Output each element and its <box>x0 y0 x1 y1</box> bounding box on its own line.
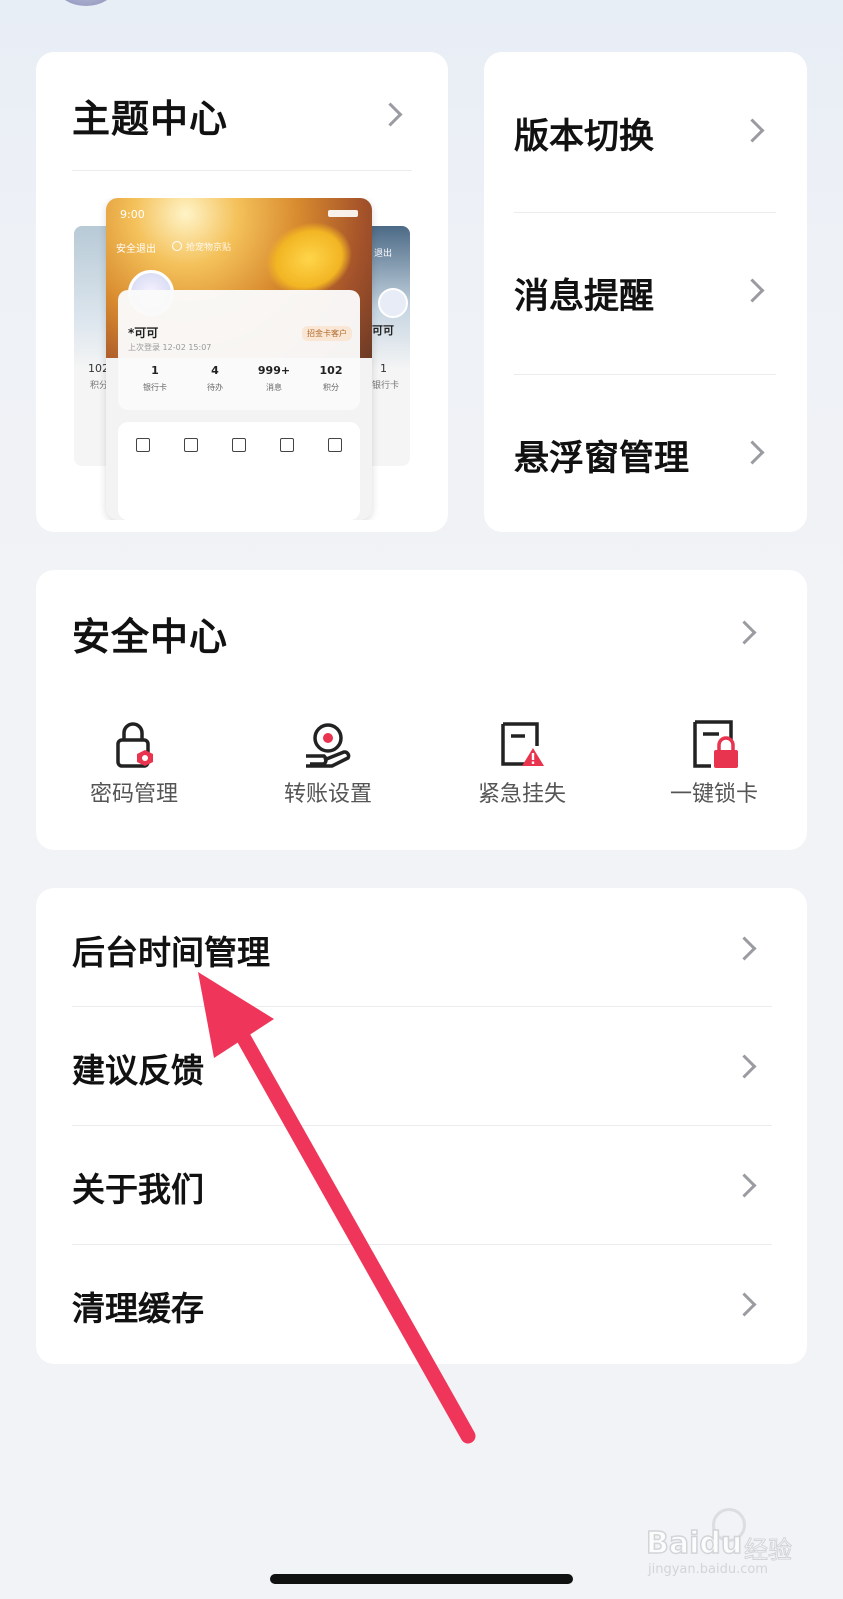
preview-shortcut-icon <box>184 438 198 452</box>
preview-time: 9:00 <box>120 208 145 221</box>
list-item-clear-cache[interactable]: 清理缓存 <box>36 1244 807 1364</box>
preview-side-right-avatar <box>378 288 408 318</box>
watermark-url: jingyan.baidu.com <box>648 1562 768 1577</box>
security-item-password[interactable]: 密码管理 <box>64 720 204 820</box>
menu-item-version-switch[interactable]: 版本切换 <box>484 52 807 212</box>
security-center-header[interactable]: 安全中心 <box>36 570 807 680</box>
preview-stat-0-value: 1 <box>151 364 159 377</box>
watermark-sub: 经验 <box>744 1536 793 1565</box>
card-warning-icon <box>501 722 544 766</box>
list-item-about-us[interactable]: 关于我们 <box>36 1125 807 1244</box>
preview-side-right-name: 可可 <box>372 324 394 337</box>
list-item-label: 建议反馈 <box>72 1051 204 1090</box>
chevron-right-icon[interactable] <box>378 102 403 127</box>
preview-stat-3-value: 102 <box>319 364 343 377</box>
theme-center-title: 主题中心 <box>72 97 229 141</box>
security-item-lock-card[interactable]: 一键锁卡 <box>644 720 784 820</box>
chevron-right-icon <box>732 1054 757 1079</box>
preview-phone: 9:00 安全退出 抢宠物京贴 *可可 上次登录 12-02 15:07 招金卡… <box>106 198 372 520</box>
preview-shortcut-icon <box>280 438 294 452</box>
settings-list-card: 后台时间管理 建议反馈 关于我们 清理缓存 <box>36 888 807 1364</box>
preview-last-login: 上次登录 12-02 15:07 <box>128 343 212 352</box>
menu-item-label: 悬浮窗管理 <box>514 439 690 479</box>
preview-stat-1-label: 待办 <box>207 383 223 392</box>
preview-icon-row <box>118 422 360 520</box>
preview-stat-1-value: 4 <box>211 364 219 377</box>
home-indicator[interactable] <box>270 1574 573 1584</box>
chevron-right-icon <box>732 936 757 961</box>
transfer-hand-icon <box>306 723 351 768</box>
preview-side-right-logout: 退出 <box>374 249 393 259</box>
chevron-right-icon <box>732 620 757 645</box>
list-item-label: 关于我们 <box>72 1170 204 1209</box>
preview-shortcut-icon <box>328 438 342 452</box>
chevron-right-icon <box>732 1173 757 1198</box>
preview-stat-0-label: 银行卡 <box>143 383 167 392</box>
preview-shortcut-icon <box>232 438 246 452</box>
security-item-label: 一键锁卡 <box>669 782 758 807</box>
preview-side-right-value: 1 <box>380 362 387 375</box>
preview-search-placeholder: 抢宠物京贴 <box>186 243 232 253</box>
preview-username: *可可 <box>128 326 159 340</box>
menu-item-label: 消息提醒 <box>514 277 655 317</box>
security-item-label: 转账设置 <box>283 782 372 807</box>
chevron-right-icon <box>732 1292 757 1317</box>
menu-item-floating-window[interactable]: 悬浮窗管理 <box>484 374 807 532</box>
security-item-label: 密码管理 <box>89 782 178 807</box>
theme-center-card[interactable]: 主题中心 102 积分 退出 可可 1 银行卡 9:00 安全退出 抢宠物京贴 <box>36 52 448 532</box>
security-center-card: 安全中心 密码管理 转账设置 紧急挂失 一键锁卡 <box>36 570 807 850</box>
preview-badge: 招金卡客户 <box>302 326 352 341</box>
list-item-background-time[interactable]: 后台时间管理 <box>36 888 807 1006</box>
theme-preview[interactable]: 102 积分 退出 可可 1 银行卡 9:00 安全退出 抢宠物京贴 *可可 上… <box>74 198 410 520</box>
preview-signal-icon <box>328 210 358 217</box>
menu-item-message-reminder[interactable]: 消息提醒 <box>484 212 807 374</box>
list-item-label: 后台时间管理 <box>72 933 270 972</box>
preview-side-right-label: 银行卡 <box>372 381 400 391</box>
menu-item-label: 版本切换 <box>514 117 655 157</box>
security-item-label: 紧急挂失 <box>477 782 566 807</box>
avatar[interactable] <box>58 0 114 6</box>
watermark-brand: Baidu <box>645 1525 743 1562</box>
security-item-report-loss[interactable]: 紧急挂失 <box>452 720 592 820</box>
list-item-feedback[interactable]: 建议反馈 <box>36 1006 807 1125</box>
preview-stat-2-label: 消息 <box>266 383 282 392</box>
settings-menu-card: 版本切换 消息提醒 悬浮窗管理 <box>484 52 807 532</box>
preview-info-panel: *可可 上次登录 12-02 15:07 招金卡客户 1 银行卡 4 待办 99… <box>118 290 360 410</box>
chevron-right-icon <box>740 278 765 303</box>
chevron-right-icon <box>740 118 765 143</box>
card-lock-icon <box>693 720 738 768</box>
list-item-label: 清理缓存 <box>72 1289 204 1328</box>
divider <box>72 170 412 171</box>
preview-stat-3-label: 积分 <box>323 383 339 392</box>
preview-logout: 安全退出 <box>116 244 156 255</box>
preview-search-icon <box>172 241 182 251</box>
lock-icon <box>116 722 153 768</box>
security-item-transfer[interactable]: 转账设置 <box>258 720 398 820</box>
security-center-title: 安全中心 <box>72 615 229 659</box>
preview-stat-2-value: 999+ <box>257 364 291 377</box>
preview-shortcut-icon <box>136 438 150 452</box>
baidu-watermark: Baidu 经验 jingyan.baidu.com <box>645 1508 806 1578</box>
chevron-right-icon <box>740 440 765 465</box>
preview-side-right: 退出 可可 1 银行卡 <box>370 226 410 466</box>
